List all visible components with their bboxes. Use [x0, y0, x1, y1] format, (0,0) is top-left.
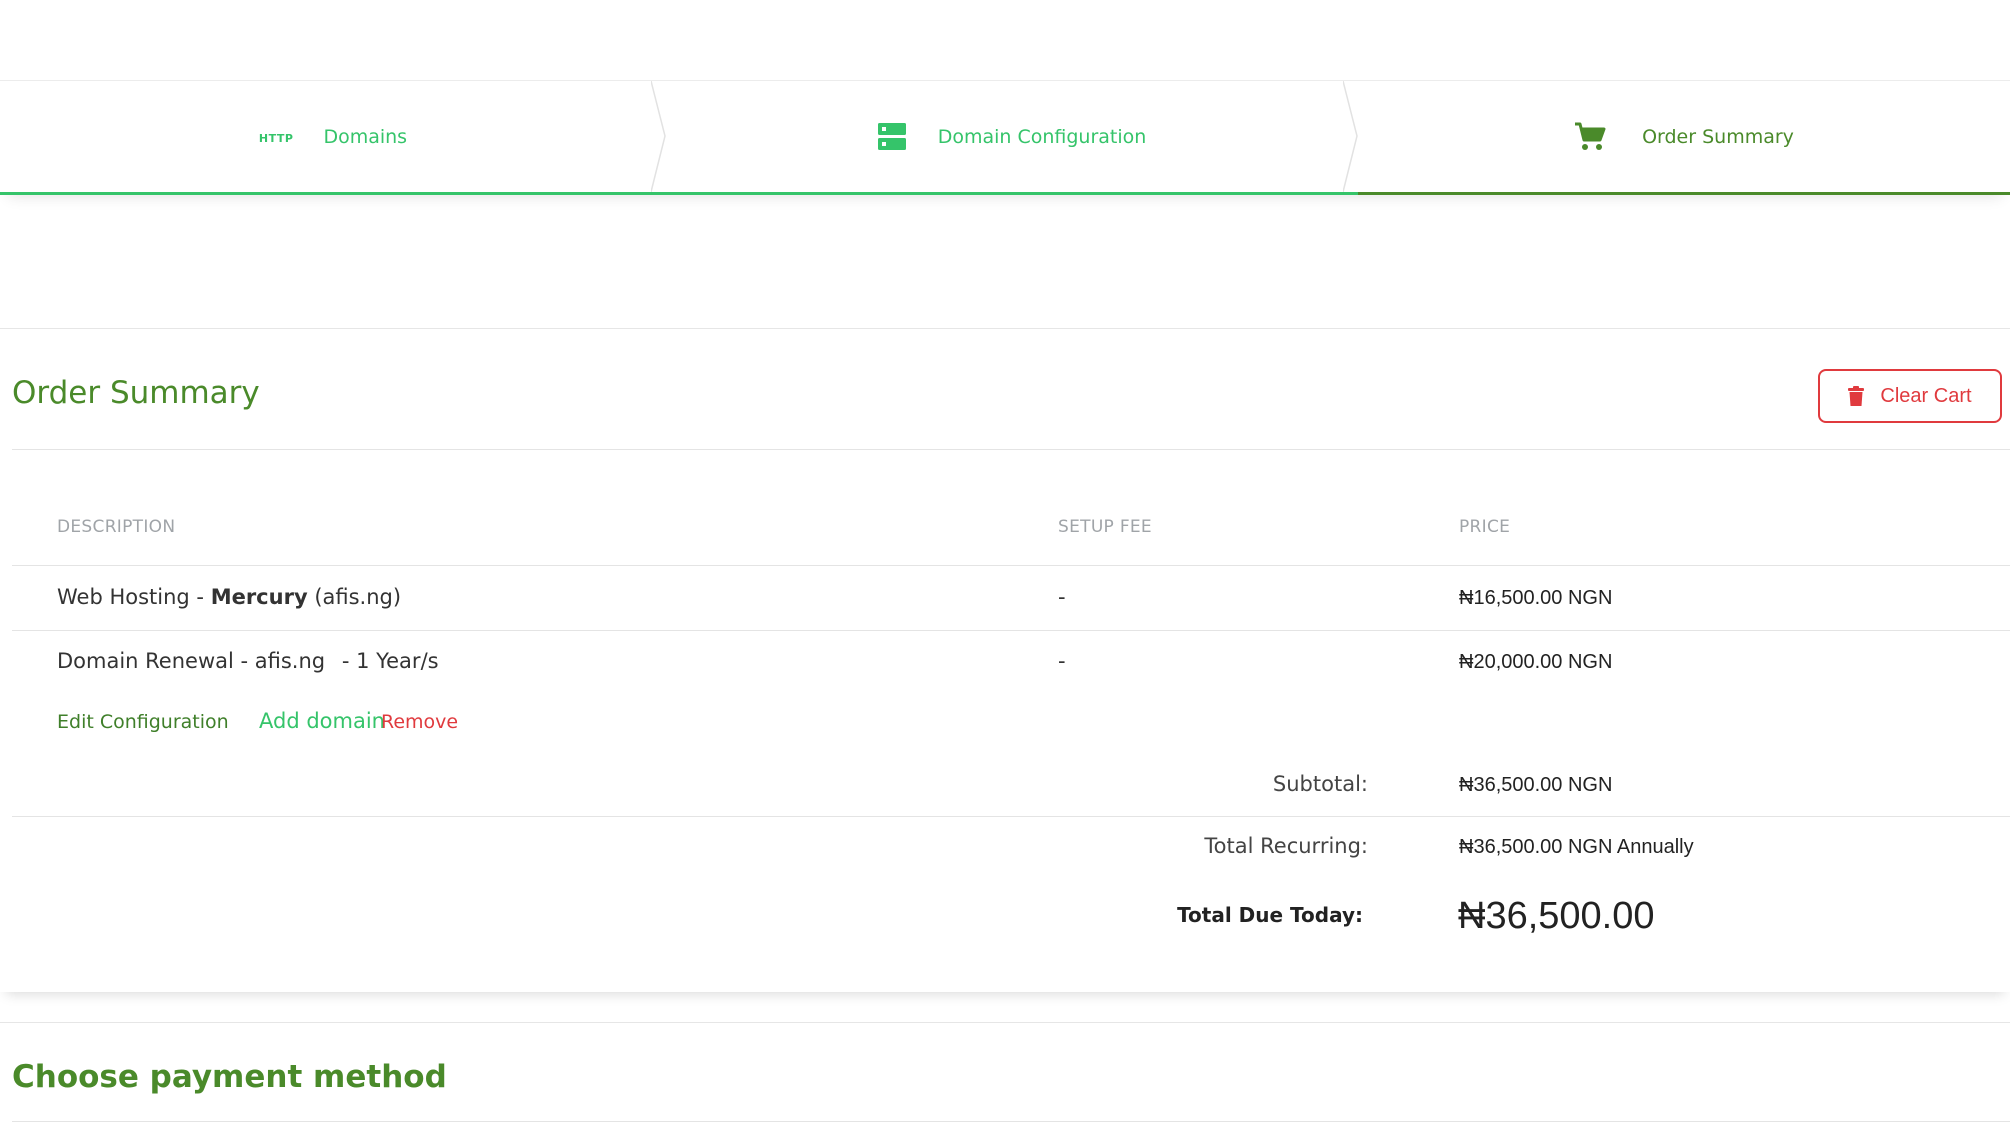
divider — [12, 565, 2010, 566]
edit-configuration-link[interactable]: Edit Configuration — [57, 711, 229, 733]
item-type: Domain Renewal - afis.ng — [57, 649, 326, 673]
clear-cart-label: Clear Cart — [1880, 384, 1972, 407]
item-period: - 1 Year/s — [341, 649, 439, 673]
line-item-price: ₦16,500.00 NGN — [1459, 587, 1613, 609]
step-divider — [651, 81, 666, 192]
line-item-price: ₦20,000.00 NGN — [1459, 651, 1613, 673]
payment-method-title: Choose payment method — [12, 1059, 447, 1095]
step-label: Domains — [323, 125, 408, 148]
step-domain-configuration[interactable]: Domain Configuration — [666, 81, 1358, 195]
total-recurring-label: Total Recurring: — [1204, 834, 1368, 858]
column-price: PRICE — [1459, 517, 1511, 537]
divider — [12, 816, 2010, 817]
line-item-setup-fee: - — [1058, 649, 1066, 673]
checkout-steps: HTTP Domains Domain Configuration Order … — [0, 80, 2010, 195]
cart-icon — [1574, 122, 1606, 152]
divider — [12, 449, 2010, 450]
step-divider — [1343, 81, 1358, 192]
trash-icon — [1848, 386, 1865, 406]
item-product: Mercury — [210, 585, 308, 609]
http-icon: HTTP — [258, 132, 294, 145]
order-summary-panel: Order Summary Clear Cart DESCRIPTION SET… — [0, 328, 2010, 992]
column-description: DESCRIPTION — [57, 517, 176, 537]
total-due-value: ₦36,500.00 — [1458, 895, 1655, 937]
line-item-description: Domain Renewal - afis.ng - 1 Year/s — [57, 649, 439, 673]
step-domains[interactable]: HTTP Domains — [0, 81, 666, 195]
remove-link[interactable]: Remove — [381, 711, 458, 733]
order-summary-title: Order Summary — [12, 375, 260, 411]
divider — [12, 630, 2010, 631]
total-due-label: Total Due Today: — [1177, 903, 1363, 927]
step-order-summary[interactable]: Order Summary — [1358, 81, 2010, 195]
step-label: Domain Configuration — [937, 125, 1147, 148]
total-recurring-value: ₦36,500.00 NGN Annually — [1459, 836, 1694, 858]
line-item-description: Web Hosting - Mercury (afis.ng) — [57, 585, 401, 609]
line-item-setup-fee: - — [1058, 585, 1066, 609]
step-label: Order Summary — [1642, 125, 1794, 148]
subtotal-label: Subtotal: — [1272, 772, 1368, 796]
server-icon — [877, 122, 906, 151]
item-type: Web Hosting - — [57, 585, 211, 609]
page: HTTP Domains Domain Configuration Order … — [0, 0, 2010, 1133]
payment-method-panel: Choose payment method — [0, 1022, 2010, 1133]
subtotal-value: ₦36,500.00 NGN — [1459, 774, 1613, 796]
divider — [12, 1121, 2010, 1122]
item-domain: (afis.ng) — [307, 585, 402, 609]
column-setup-fee: SETUP FEE — [1058, 517, 1152, 537]
clear-cart-button[interactable]: Clear Cart — [1818, 369, 2002, 423]
add-domain-link[interactable]: Add domain — [259, 709, 385, 733]
